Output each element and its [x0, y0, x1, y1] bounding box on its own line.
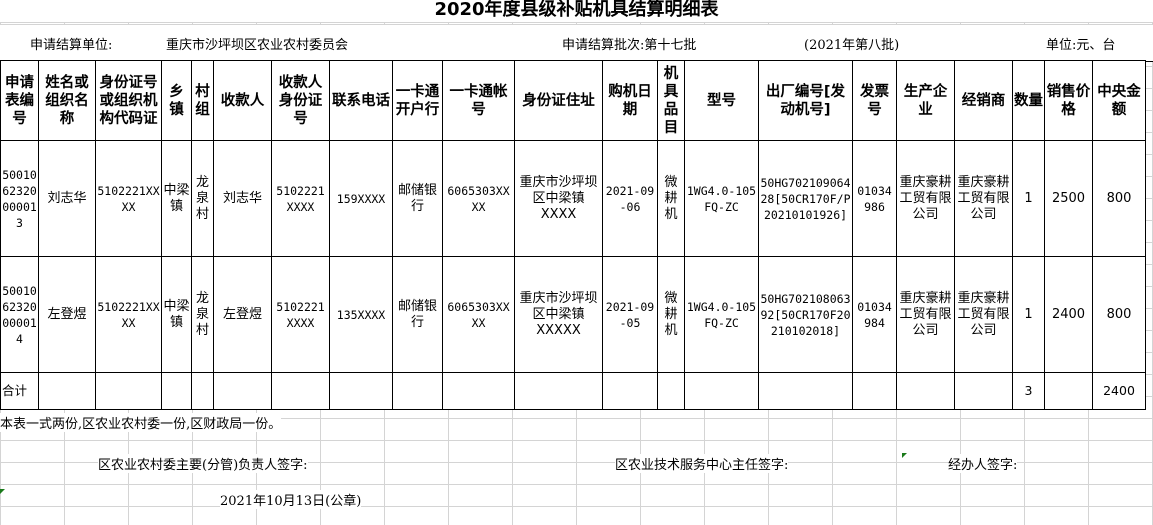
cell-town[interactable]: 中梁镇 [161, 256, 192, 373]
settlement-table: 申请表编号 姓名或组织名称 身份证号或组织机构代码证 乡镇 村组 收款人 收款人… [0, 60, 1146, 410]
cell-app-no[interactable]: 5001062320000013 [0, 140, 39, 257]
footer-note: 本表一式两份,区农业农村委一份,区财政局一份。 [0, 413, 282, 432]
table-row: 5001062320000014 左登煜 5102221XXXX 中梁镇 龙泉村… [0, 256, 1146, 373]
cell-qty[interactable]: 1 [1012, 256, 1045, 373]
signature-agriculture: 区农业农村委主要(分管)负责人签字: [98, 454, 308, 473]
cell-qty[interactable]: 1 [1012, 140, 1045, 257]
cell-model[interactable]: 1WG4.0-105FQ-ZC [684, 140, 759, 257]
totals-row: 合计 3 2400 [0, 372, 1146, 410]
cell-name[interactable]: 刘志华 [38, 140, 96, 257]
col-model[interactable]: 型号 [684, 60, 759, 141]
cell-marker-icon [0, 489, 5, 494]
currency-unit: 单位:元、台 [1046, 38, 1116, 53]
header-row-columns: 申请表编号 姓名或组织名称 身份证号或组织机构代码证 乡镇 村组 收款人 收款人… [0, 60, 1146, 141]
cell-address[interactable]: 重庆市沙坪坝区中梁镇XXXX [514, 140, 603, 257]
table-row: 5001062320000013 刘志华 5102221XXXX 中梁镇 龙泉村… [0, 140, 1146, 257]
col-dealer[interactable]: 经销商 [954, 60, 1013, 141]
signature-tech-center: 区农业技术服务中心主任签字: [615, 454, 789, 473]
col-town[interactable]: 乡镇 [161, 60, 192, 141]
cell-model[interactable]: 1WG4.0-105FQ-ZC [684, 256, 759, 373]
col-name[interactable]: 姓名或组织名称 [38, 60, 96, 141]
cell-id-no[interactable]: 5102221XXXX [95, 256, 162, 373]
col-app-no[interactable]: 申请表编号 [0, 60, 39, 141]
cell-dealer[interactable]: 重庆豪耕工贸有限公司 [954, 256, 1013, 373]
col-date[interactable]: 购机日期 [602, 60, 658, 141]
unit-value: 重庆市沙坪坝区农业农村委员会 [166, 38, 349, 53]
cell-phone[interactable]: 135XXXX [329, 256, 393, 373]
cell-payee[interactable]: 左登煜 [213, 256, 272, 373]
cell-price[interactable]: 2400 [1044, 256, 1093, 373]
cell-maker[interactable]: 重庆豪耕工贸有限公司 [896, 140, 955, 257]
cell-date[interactable]: 2021-09-05 [602, 256, 658, 373]
totals-qty[interactable]: 3 [1012, 372, 1045, 410]
cell-bank[interactable]: 邮储银行 [392, 256, 443, 373]
totals-label[interactable]: 合计 [0, 372, 39, 410]
cell-serial[interactable]: 50HG70210806392[50CR170F20210102018] [758, 256, 853, 373]
cell-account[interactable]: 6065303XXXX [442, 256, 515, 373]
col-central[interactable]: 中央金额 [1092, 60, 1146, 141]
page-title: 2020年度县级补贴机具结算明细表 [0, 0, 1153, 22]
col-account[interactable]: 一卡通帐号 [442, 60, 515, 141]
signature-handler: 经办人签字: [948, 454, 1018, 473]
header-row: 申请结算单位: 重庆市沙坪坝区农业农村委员会 申请结算批次:第十七批 (2021… [0, 24, 1153, 62]
cell-village[interactable]: 龙泉村 [191, 140, 214, 257]
col-village[interactable]: 村组 [191, 60, 214, 141]
cell-phone[interactable]: 159XXXX [329, 140, 393, 257]
cell-serial[interactable]: 50HG70210906428[50CR170F/P20210101926] [758, 140, 853, 257]
cell-invoice[interactable]: 01034984 [852, 256, 897, 373]
cell-id-no[interactable]: 5102221XXXX [95, 140, 162, 257]
col-category[interactable]: 机具品目 [657, 60, 685, 141]
cell-bank[interactable]: 邮储银行 [392, 140, 443, 257]
cell-payee-id[interactable]: 5102221XXXX [271, 140, 330, 257]
cell-account[interactable]: 6065303XXXX [442, 140, 515, 257]
cell-central[interactable]: 800 [1092, 140, 1146, 257]
cell-payee-id[interactable]: 5102221XXXX [271, 256, 330, 373]
col-serial[interactable]: 出厂编号[发动机号] [758, 60, 853, 141]
cell-date[interactable]: 2021-09-06 [602, 140, 658, 257]
cell-app-no[interactable]: 5001062320000014 [0, 256, 39, 373]
cell-village[interactable]: 龙泉村 [191, 256, 214, 373]
col-invoice[interactable]: 发票号 [852, 60, 897, 141]
date-seal: 2021年10月13日(公章) [220, 490, 362, 509]
col-price[interactable]: 销售价格 [1044, 60, 1093, 141]
cell-category[interactable]: 微耕机 [657, 140, 685, 257]
batch-label: 申请结算批次:第十七批 [562, 38, 697, 53]
cell-maker[interactable]: 重庆豪耕工贸有限公司 [896, 256, 955, 373]
col-payee[interactable]: 收款人 [213, 60, 272, 141]
cell-marker-icon [902, 453, 907, 458]
cell-category[interactable]: 微耕机 [657, 256, 685, 373]
cell-invoice[interactable]: 01034986 [852, 140, 897, 257]
col-address[interactable]: 身份证住址 [514, 60, 603, 141]
cell-payee[interactable]: 刘志华 [213, 140, 272, 257]
cell-address[interactable]: 重庆市沙坪坝区中梁镇XXXXX [514, 256, 603, 373]
col-payee-id[interactable]: 收款人身份证号 [271, 60, 330, 141]
col-bank[interactable]: 一卡通开户行 [392, 60, 443, 141]
col-phone[interactable]: 联系电话 [329, 60, 393, 141]
totals-central[interactable]: 2400 [1092, 372, 1146, 410]
col-maker[interactable]: 生产企业 [896, 60, 955, 141]
cell-dealer[interactable]: 重庆豪耕工贸有限公司 [954, 140, 1013, 257]
unit-label: 申请结算单位: [30, 38, 113, 53]
cell-central[interactable]: 800 [1092, 256, 1146, 373]
cell-price[interactable]: 2500 [1044, 140, 1093, 257]
cell-town[interactable]: 中梁镇 [161, 140, 192, 257]
col-id-no[interactable]: 身份证号或组织机构代码证 [95, 60, 162, 141]
cell-name[interactable]: 左登煜 [38, 256, 96, 373]
batch-note: (2021年第八批) [804, 38, 900, 53]
col-qty[interactable]: 数量 [1012, 60, 1045, 141]
